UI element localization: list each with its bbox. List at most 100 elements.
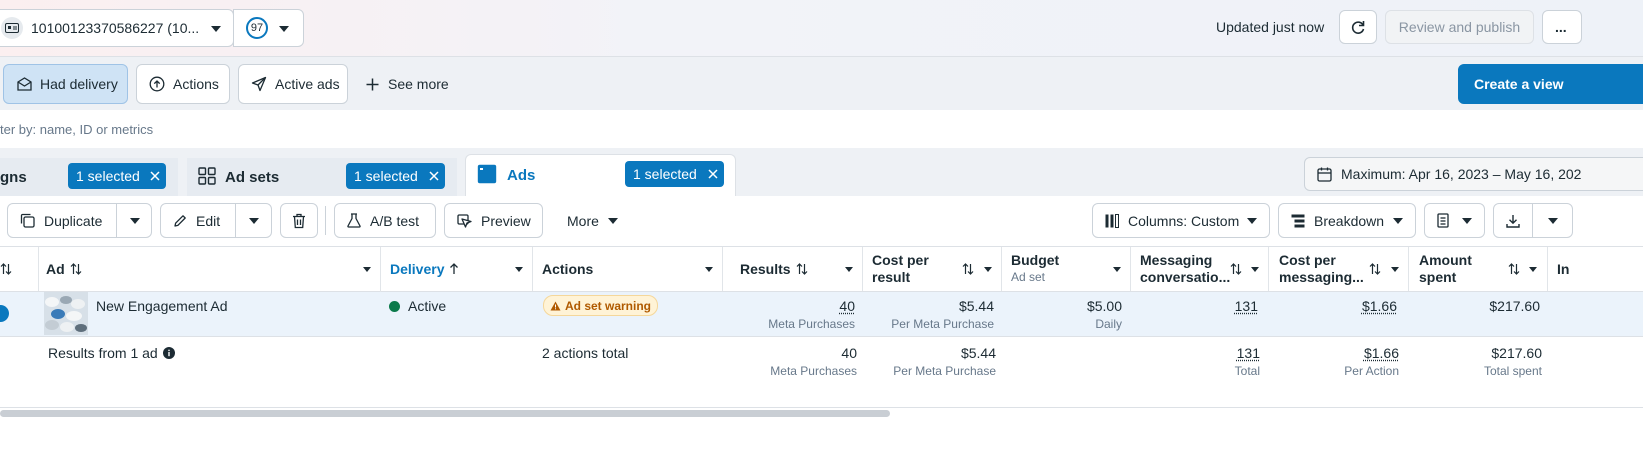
more-options-button[interactable]: ...	[1542, 10, 1582, 44]
edit-menu-button[interactable]	[236, 204, 272, 237]
preview-button[interactable]: Preview	[444, 203, 543, 238]
duplicate-button[interactable]: Duplicate	[8, 204, 116, 237]
ad-sets-selected-label: 1 selected	[354, 168, 418, 184]
create-view-button[interactable]: Create a view	[1458, 64, 1643, 104]
breakdown-icon	[1291, 214, 1305, 228]
header-amount-line2: spent	[1419, 269, 1457, 285]
results-value[interactable]: 40	[723, 298, 855, 314]
see-more-button[interactable]: See more	[366, 74, 449, 94]
refresh-button[interactable]	[1339, 10, 1377, 44]
chevron-down-icon	[279, 26, 289, 32]
summary-messaging[interactable]: 131	[1131, 345, 1260, 361]
tab-campaigns-label: gns	[0, 169, 27, 186]
cost-msg-value[interactable]: $1.66	[1269, 298, 1397, 314]
had-delivery-filter[interactable]: Had delivery	[3, 64, 128, 104]
export-button[interactable]	[1494, 204, 1532, 237]
header-cost-per-result-line2: result	[872, 269, 911, 285]
opportunity-score-button[interactable]: 97	[233, 9, 304, 47]
chevron-down-icon[interactable]	[984, 267, 992, 272]
ads-selected-pill[interactable]: 1 selected	[625, 161, 724, 187]
summary-cost-per-result-sub: Per Meta Purchase	[893, 364, 996, 378]
close-icon[interactable]	[708, 169, 718, 179]
reports-button[interactable]	[1424, 203, 1485, 238]
active-ads-filter[interactable]: Active ads	[238, 64, 348, 104]
header-sort-partial[interactable]	[0, 247, 38, 291]
ad-set-warning-badge[interactable]: Ad set warning	[543, 295, 659, 316]
ad-sets-selected-pill[interactable]: 1 selected	[346, 163, 445, 189]
header-results[interactable]: Results	[723, 247, 863, 291]
breakdown-button[interactable]: Breakdown	[1278, 203, 1416, 238]
actions-filter-label: Actions	[173, 76, 219, 92]
info-icon[interactable]	[162, 347, 175, 359]
summary-amount: $217.60	[1491, 345, 1542, 361]
more-button[interactable]: More	[559, 203, 625, 238]
summary-cost-msg-sub: Per Action	[1344, 364, 1399, 378]
chevron-down-icon[interactable]	[1529, 267, 1537, 272]
chevron-down-icon[interactable]	[363, 267, 371, 272]
header-cost-msg-line2: messaging...	[1279, 269, 1364, 285]
campaigns-selected-pill[interactable]: 1 selected	[68, 163, 166, 189]
columns-button[interactable]: Columns: Custom	[1092, 203, 1270, 238]
ad-name[interactable]: New Engagement Ad	[96, 298, 228, 314]
delete-button[interactable]	[280, 203, 318, 238]
export-menu-button[interactable]	[1533, 204, 1573, 237]
status-dot-icon	[389, 300, 400, 312]
chevron-down-icon[interactable]	[515, 267, 523, 272]
header-ad[interactable]: Ad	[38, 247, 381, 291]
search-input[interactable]: ter by: name, ID or metrics	[0, 112, 1643, 146]
close-icon[interactable]	[429, 171, 439, 181]
edit-button[interactable]: Edit	[161, 204, 235, 237]
messaging-value[interactable]: 131	[1131, 298, 1258, 314]
chevron-down-icon	[249, 217, 259, 224]
chevron-down-icon[interactable]	[845, 267, 853, 272]
chevron-down-icon[interactable]	[1251, 267, 1259, 272]
actions-filter[interactable]: Actions	[136, 64, 230, 104]
chevron-down-icon[interactable]	[1113, 267, 1121, 272]
chevron-down-icon[interactable]	[705, 267, 713, 272]
duplicate-menu-button[interactable]	[117, 204, 152, 237]
chevron-down-icon	[211, 26, 221, 32]
tab-ad-sets-label: Ad sets	[225, 169, 280, 186]
header-amount-spent[interactable]: Amount spent	[1409, 247, 1547, 291]
header-next-partial[interactable]: In	[1548, 247, 1643, 291]
review-publish-button[interactable]: Review and publish	[1385, 10, 1534, 44]
send-icon	[251, 76, 267, 92]
chevron-down-icon	[1393, 218, 1403, 224]
preview-label: Preview	[481, 212, 531, 229]
horizontal-scrollbar[interactable]	[0, 410, 890, 417]
columns-label: Columns: Custom	[1128, 212, 1240, 229]
date-range-picker[interactable]: Maximum: Apr 16, 2023 – May 16, 202	[1304, 157, 1643, 191]
chevron-down-icon[interactable]	[1391, 267, 1399, 272]
preview-icon	[457, 213, 472, 228]
plus-icon	[366, 78, 379, 91]
header-delivery[interactable]: Delivery	[381, 247, 533, 291]
header-budget[interactable]: Budget Ad set	[1002, 247, 1131, 291]
account-selector[interactable]: 10100123370586227 (10...	[0, 9, 234, 47]
header-cost-per-result-line1: Cost per	[872, 252, 929, 268]
budget-value[interactable]: $5.00	[1002, 298, 1122, 314]
ad-thumbnail	[44, 292, 88, 335]
results-sub: Meta Purchases	[768, 317, 855, 331]
had-delivery-label: Had delivery	[40, 76, 118, 92]
ab-test-button[interactable]: A/B test	[334, 203, 436, 238]
pencil-icon	[173, 214, 187, 228]
chevron-down-icon	[1462, 218, 1472, 224]
summary-cost-msg[interactable]: $1.66	[1269, 345, 1399, 361]
tab-ad-sets[interactable]: Ad sets 1 selected	[187, 158, 457, 196]
header-cost-per-messaging[interactable]: Cost per messaging...	[1269, 247, 1409, 291]
tab-campaigns[interactable]: gns 1 selected	[0, 158, 178, 196]
duplicate-split-button: Duplicate	[7, 203, 152, 238]
ads-selected-label: 1 selected	[633, 166, 697, 182]
columns-icon	[1105, 213, 1119, 228]
summary-messaging-sub: Total	[1234, 364, 1260, 378]
tab-ads[interactable]: Ads 1 selected	[465, 154, 736, 198]
header-ad-label: Ad	[46, 261, 65, 277]
header-cost-per-result[interactable]: Cost per result	[863, 247, 1002, 291]
score-ring-icon: 97	[246, 17, 268, 39]
header-actions[interactable]: Actions	[533, 247, 723, 291]
edit-split-button: Edit	[160, 203, 272, 238]
header-amount-line1: Amount	[1419, 252, 1472, 268]
header-messaging-conversations[interactable]: Messaging conversatio...	[1131, 247, 1269, 291]
close-icon[interactable]	[150, 171, 160, 181]
header-messaging-line2: conversatio...	[1140, 269, 1231, 285]
